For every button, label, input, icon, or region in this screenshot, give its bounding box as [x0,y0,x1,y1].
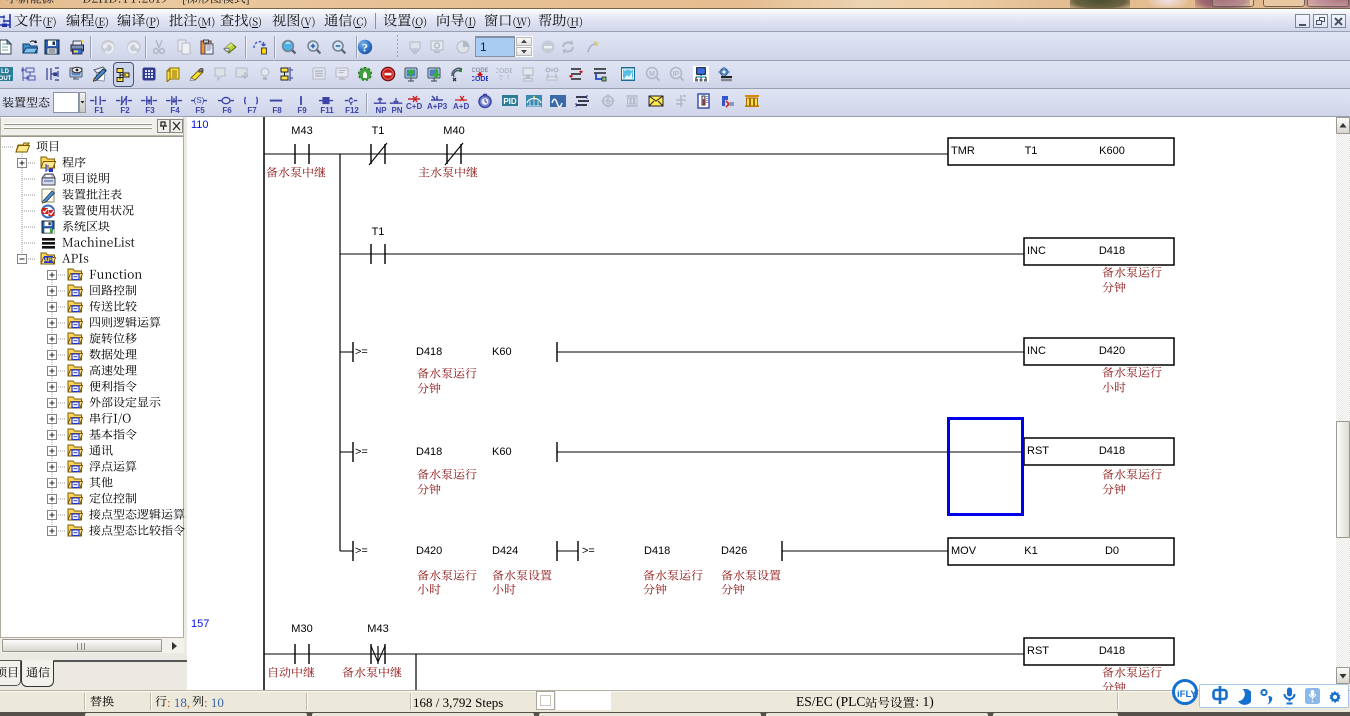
svg-text:PID: PID [503,97,517,106]
svg-text:IP: IP [673,71,680,78]
svg-text:(S): (S) [194,96,205,105]
svg-text:API: API [44,258,54,264]
svg-text:C: C [348,97,353,105]
svg-text:R: R [53,230,58,236]
svg-text:LD: LD [1,69,10,75]
svg-text:CODE: CODE [496,68,512,75]
svg-text:?: ? [362,41,368,55]
svg-text:S: S [605,97,610,106]
svg-text:CODE: CODE [472,76,488,82]
svg-text:M: M [649,71,655,78]
svg-text:OUT: OUT [0,76,12,82]
